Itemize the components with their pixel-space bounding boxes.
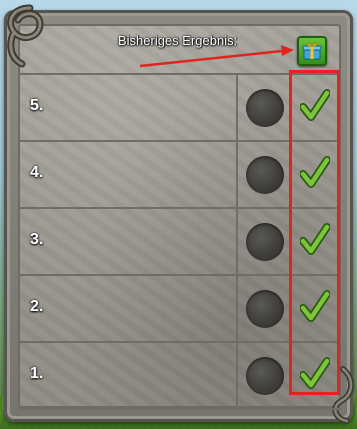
result-button[interactable] — [297, 36, 327, 66]
row-label: 4. — [30, 164, 44, 181]
checkmark-icon — [300, 290, 330, 322]
game-scene: Bisheriges Ergebnis: 5. 4. 3. 2. 1. — [0, 0, 357, 429]
checkmark-icon — [300, 156, 330, 188]
result-row: 1. — [18, 341, 341, 410]
result-row: 4. — [18, 140, 341, 207]
empty-slot[interactable] — [246, 357, 284, 395]
empty-slot[interactable] — [246, 290, 284, 328]
empty-slot[interactable] — [246, 223, 284, 261]
checkmark-icon — [300, 89, 330, 121]
empty-slot[interactable] — [246, 156, 284, 194]
result-row: 3. — [18, 207, 341, 274]
column-divider — [236, 209, 238, 274]
column-divider — [236, 142, 238, 207]
celtic-knot-icon — [7, 4, 44, 68]
result-label: Bisheriges Ergebnis: — [118, 33, 238, 48]
column-divider — [236, 276, 238, 341]
column-divider — [236, 75, 238, 140]
result-row: 5. — [18, 73, 341, 140]
row-label: 5. — [30, 97, 44, 114]
column-divider — [236, 343, 238, 408]
checkmark-icon — [300, 357, 330, 389]
row-label: 1. — [30, 365, 44, 382]
gift-box-icon — [302, 42, 322, 60]
result-row: 2. — [18, 274, 341, 341]
row-label: 3. — [30, 231, 44, 248]
row-label: 2. — [30, 298, 44, 315]
empty-slot[interactable] — [246, 89, 284, 127]
checkmark-icon — [300, 223, 330, 255]
